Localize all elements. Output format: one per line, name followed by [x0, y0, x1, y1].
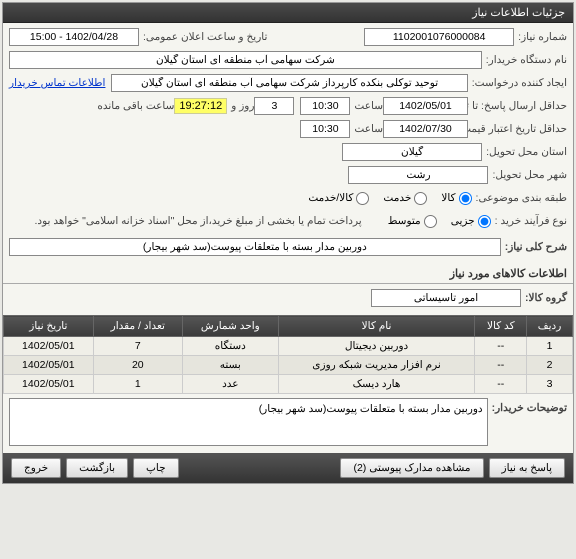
deadline-time[interactable]: [300, 97, 350, 115]
remaining-time: 19:27:12: [174, 98, 227, 114]
creator-input[interactable]: [111, 74, 467, 92]
th-name: نام کالا: [278, 316, 475, 337]
table-row[interactable]: 2--نرم افزار مدیریت شبکه روزیبسته201402/…: [4, 356, 573, 375]
items-section-title: اطلاعات کالاهای مورد نیاز: [3, 264, 573, 284]
th-qty: تعداد / مقدار: [93, 316, 182, 337]
process-label: نوع فرآیند خرید :: [495, 215, 567, 227]
city-input[interactable]: [348, 166, 488, 184]
radio-both[interactable]: کالا/خدمت: [308, 192, 369, 205]
reply-button[interactable]: پاسخ به نیاز: [489, 458, 565, 478]
announce-input[interactable]: [9, 28, 139, 46]
items-table: ردیف کد کالا نام کالا واحد شمارش تعداد /…: [3, 315, 573, 394]
need-no-label: شماره نیاز:: [518, 31, 567, 43]
radio-goods[interactable]: کالا: [441, 192, 471, 205]
th-idx: ردیف: [527, 316, 573, 337]
th-code: کد کالا: [475, 316, 527, 337]
announce-label: تاریخ و ساعت اعلان عمومی:: [143, 31, 267, 43]
notes-textarea[interactable]: [9, 398, 488, 446]
radio-partial[interactable]: جزیی: [451, 215, 491, 228]
table-row[interactable]: 1--دوربین دیجیتالدستگاه71402/05/01: [4, 337, 573, 356]
buyer-label: نام دستگاه خریدار:: [486, 54, 567, 66]
deadline-label: حداقل ارسال پاسخ: تا تاریخ:: [472, 100, 567, 112]
back-button[interactable]: بازگشت: [66, 458, 128, 478]
remaining-suffix: ساعت باقی مانده: [97, 100, 174, 112]
contact-link[interactable]: اطلاعات تماس خریدار: [9, 77, 105, 89]
docs-button[interactable]: مشاهده مدارک پیوستی (2): [340, 458, 483, 478]
print-button[interactable]: چاپ: [133, 458, 179, 478]
validity-time[interactable]: [300, 120, 350, 138]
radio-service[interactable]: خدمت: [383, 192, 427, 205]
remaining-days: [254, 97, 294, 115]
radio-medium[interactable]: متوسط: [388, 215, 437, 228]
validity-date[interactable]: [383, 120, 468, 138]
panel-title: جزئیات اطلاعات نیاز: [3, 3, 573, 23]
province-input[interactable]: [342, 143, 482, 161]
group-label: گروه کالا:: [525, 292, 567, 304]
buyer-input[interactable]: [9, 51, 482, 69]
need-no-input[interactable]: [364, 28, 514, 46]
desc-input[interactable]: [9, 238, 501, 256]
creator-label: ایجاد کننده درخواست:: [472, 77, 567, 89]
city-label: شهر محل تحویل:: [492, 169, 567, 181]
th-unit: واحد شمارش: [182, 316, 278, 337]
notes-label: توضیحات خریدار:: [492, 398, 567, 414]
time-label-2: ساعت: [354, 123, 383, 135]
group-input[interactable]: [371, 289, 521, 307]
exit-button[interactable]: خروج: [11, 458, 61, 478]
footer-bar: پاسخ به نیاز مشاهده مدارک پیوستی (2) چاپ…: [3, 453, 573, 483]
deadline-date[interactable]: [383, 97, 468, 115]
time-label-1: ساعت: [354, 100, 383, 112]
table-row[interactable]: 3--هارد دیسکعدد11402/05/01: [4, 375, 573, 394]
desc-label: شرح کلی نیاز:: [505, 241, 567, 253]
days-label: روز و: [231, 100, 254, 112]
process-note: پرداخت تمام یا بخشی از مبلغ خرید،از محل …: [35, 215, 362, 227]
th-date: تاریخ نیاز: [4, 316, 94, 337]
validity-label: حداقل تاریخ اعتبار قیمت: تا تاریخ:: [472, 123, 567, 135]
category-label: طبقه بندی موضوعی:: [476, 192, 567, 204]
province-label: استان محل تحویل:: [486, 146, 567, 158]
